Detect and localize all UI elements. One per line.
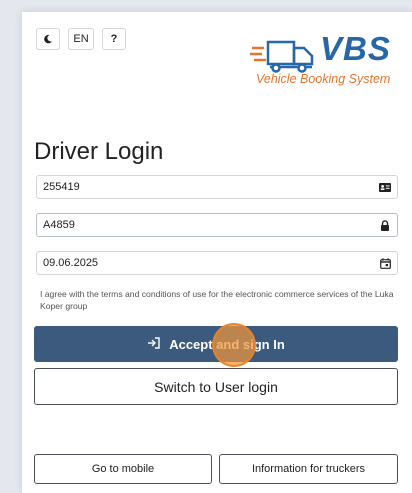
topbar: EN ? [36,28,126,50]
driver-id-field [36,175,398,199]
driver-id-input[interactable] [37,176,373,198]
accept-and-sign-in-button[interactable]: Accept and sign In [34,326,398,362]
lock-icon [373,214,397,236]
password-input[interactable] [37,214,373,236]
login-card: EN ? VBS Vehicle Booking System Driver L… [22,12,412,493]
terms-text: I agree with the terms and conditions of… [40,289,394,311]
id-card-icon [373,176,397,198]
date-input[interactable] [37,252,373,274]
help-button[interactable]: ? [102,28,126,50]
date-field [36,251,398,275]
calendar-icon[interactable] [373,252,397,274]
theme-toggle-button[interactable] [36,28,60,50]
sign-in-icon [147,336,161,352]
page-title: Driver Login [34,138,164,165]
go-to-mobile-button[interactable]: Go to mobile [34,454,212,484]
switch-to-user-login-button[interactable]: Switch to User login [34,368,398,405]
logo-wordmark: VBS [320,30,391,67]
language-button[interactable]: EN [68,28,94,50]
accept-and-sign-in-label: Accept and sign In [169,336,285,352]
vbs-logo: VBS Vehicle Booking System [250,26,400,98]
information-for-truckers-button[interactable]: Information for truckers [219,454,398,484]
password-field [36,213,398,237]
logo-subtitle: Vehicle Booking System [256,72,391,86]
moon-icon [43,34,53,44]
